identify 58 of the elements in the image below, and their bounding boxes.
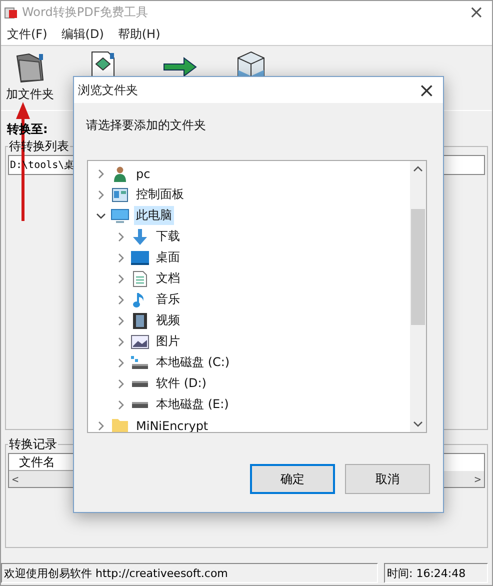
- app-icon: [4, 5, 18, 19]
- tree-item[interactable]: 下载: [154, 227, 182, 246]
- download-arrow-icon: [132, 228, 148, 244]
- status-time: 时间: 16:24:48: [384, 563, 488, 583]
- scroll-up-icon[interactable]: [413, 166, 423, 172]
- dialog-title: 浏览文件夹: [78, 82, 138, 98]
- folder-icon: [112, 418, 128, 432]
- drive-icon: [132, 402, 148, 408]
- drive-icon: [132, 380, 148, 386]
- expand-chevron-icon[interactable]: [117, 294, 125, 304]
- ok-button[interactable]: 确定: [250, 464, 335, 494]
- tree-item[interactable]: 控制面板: [134, 185, 186, 204]
- computer-icon: [111, 208, 129, 222]
- group-title: 转换记录: [8, 436, 58, 453]
- close-button[interactable]: ×: [468, 2, 484, 22]
- tree-item[interactable]: 桌面: [154, 248, 182, 267]
- scroll-right-button[interactable]: >: [474, 472, 481, 486]
- user-icon: [112, 166, 128, 182]
- expand-chevron-icon[interactable]: [97, 168, 105, 178]
- status-message: 欢迎使用创易软件 http://creativeesoft.com: [1, 563, 378, 583]
- tree-item[interactable]: pc: [134, 166, 152, 182]
- collapse-chevron-icon[interactable]: [96, 212, 106, 220]
- expand-chevron-icon[interactable]: [117, 274, 125, 284]
- tree-item[interactable]: 此电脑: [134, 206, 174, 225]
- tree-item[interactable]: 图片: [154, 332, 182, 351]
- dialog-prompt: 请选择要添加的文件夹: [86, 117, 207, 134]
- expand-chevron-icon[interactable]: [117, 252, 125, 262]
- image-icon: [131, 334, 149, 348]
- expand-chevron-icon[interactable]: [117, 358, 125, 368]
- close-button[interactable]: ×: [418, 80, 435, 100]
- document-icon: [133, 270, 147, 286]
- tree-item[interactable]: 软件 (D:): [154, 374, 208, 393]
- tree-item[interactable]: 本地磁盘 (C:): [154, 353, 232, 372]
- expand-chevron-icon[interactable]: [117, 378, 125, 388]
- window-title: Word转换PDF免费工具: [22, 4, 148, 20]
- expand-chevron-icon[interactable]: [117, 400, 125, 410]
- expand-chevron-icon[interactable]: [97, 190, 105, 200]
- control-panel-icon: [112, 188, 128, 202]
- expand-chevron-icon[interactable]: [97, 420, 105, 430]
- film-icon: [133, 312, 147, 328]
- expand-chevron-icon[interactable]: [117, 232, 125, 242]
- expand-chevron-icon[interactable]: [117, 316, 125, 326]
- tree-item[interactable]: MiNiEncrypt: [134, 418, 210, 432]
- add-folder-button[interactable]: 加文件夹: [6, 50, 54, 103]
- tree-item[interactable]: 视频: [154, 311, 182, 330]
- expand-chevron-icon[interactable]: [117, 336, 125, 346]
- tree-item[interactable]: 音乐: [154, 290, 182, 309]
- drive-icon: [131, 356, 149, 370]
- scroll-down-icon[interactable]: [413, 421, 423, 427]
- menu-item[interactable]: 编辑(D): [61, 26, 104, 42]
- tree-item[interactable]: 本地磁盘 (E:): [154, 395, 231, 414]
- menu-item[interactable]: 帮助(H): [118, 26, 160, 42]
- vertical-scrollbar[interactable]: [410, 161, 426, 432]
- cancel-button[interactable]: 取消: [345, 464, 430, 494]
- desktop-icon: [131, 250, 149, 264]
- menu-item[interactable]: 文件(F): [7, 26, 48, 42]
- scroll-left-button[interactable]: <: [12, 472, 19, 486]
- tree-item[interactable]: 文档: [154, 269, 182, 288]
